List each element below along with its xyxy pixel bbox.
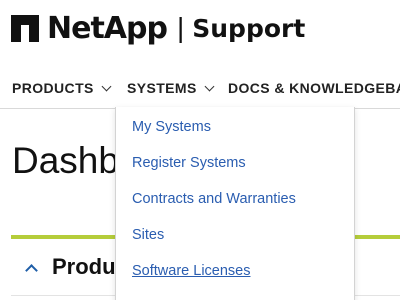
chevron-down-icon [101,81,112,91]
support-page: NetApp | Support PRODUCTS SYSTEMS DOCS &… [0,0,400,300]
brand-separator: | [176,12,185,43]
nav-item-docs-knowledgebase[interactable]: DOCS & KNOWLEDGEBASE [228,80,400,96]
brand-suffix: Support [192,13,306,43]
menu-item-contracts-and-warranties[interactable]: Contracts and Warranties [132,191,296,207]
nav-item-products[interactable]: PRODUCTS [12,80,112,96]
nav-item-systems[interactable]: SYSTEMS [127,80,215,96]
site-header-brand[interactable]: NetApp | Support [11,8,305,48]
menu-item-register-systems[interactable]: Register Systems [132,155,246,171]
brand-name: NetApp [47,10,168,46]
systems-dropdown-menu: My Systems Register Systems Contracts an… [115,107,355,300]
menu-item-my-systems[interactable]: My Systems [132,119,211,135]
menu-item-software-licenses[interactable]: Software Licenses [132,263,250,279]
main-nav: PRODUCTS SYSTEMS DOCS & KNOWLEDGEBASE [0,68,400,109]
menu-item-sites[interactable]: Sites [132,227,164,243]
chevron-up-icon[interactable] [25,263,38,277]
nav-item-label: SYSTEMS [127,80,197,96]
nav-item-label: DOCS & KNOWLEDGEBASE [228,80,400,96]
netapp-logo-icon [11,14,39,42]
nav-item-label: PRODUCTS [12,80,94,96]
chevron-down-icon [204,81,215,91]
